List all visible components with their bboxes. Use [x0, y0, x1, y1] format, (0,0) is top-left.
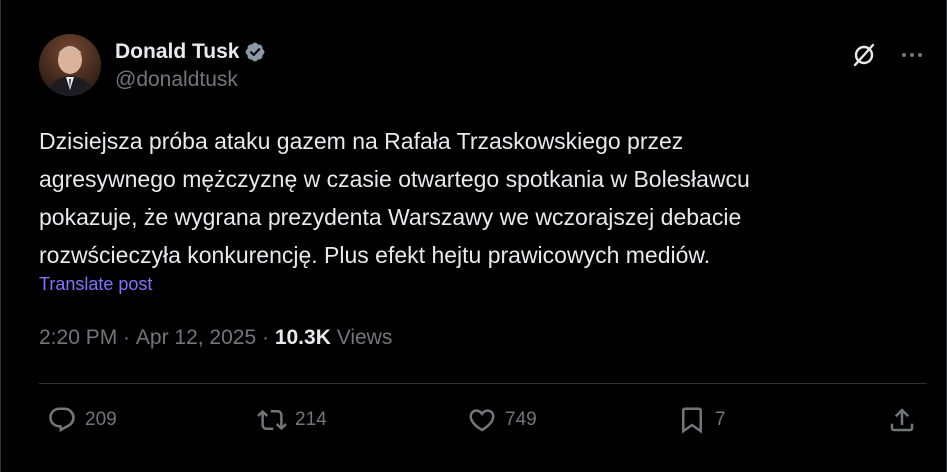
tweet-text-line: Dzisiejsza próba ataku gazem na Rafała T…	[39, 128, 684, 154]
tweet-actions: 209 214 749 7	[39, 400, 927, 440]
heart-icon	[469, 409, 495, 432]
repost-button[interactable]: 214	[257, 400, 327, 440]
repost-icon	[257, 409, 287, 431]
author-handle[interactable]: @donaldtusk	[115, 68, 266, 92]
tweet-date[interactable]: Apr 12, 2025	[136, 326, 256, 350]
author-display-name[interactable]: Donald Tusk	[115, 40, 239, 64]
author-names: Donald Tusk @donaldtusk	[115, 38, 266, 92]
bookmark-button[interactable]: 7	[677, 400, 726, 440]
share-button[interactable]	[887, 400, 917, 440]
tweet-header: Donald Tusk @donaldtusk	[39, 34, 266, 96]
like-count: 749	[505, 409, 537, 430]
name-row: Donald Tusk	[115, 38, 266, 66]
reply-icon	[49, 407, 75, 433]
views-label: Views	[330, 326, 393, 349]
meta-separator: ·	[117, 326, 136, 349]
verified-badge-icon[interactable]	[244, 41, 266, 63]
share-icon	[890, 408, 914, 432]
tweet-text-line: agresywnego mężczyznę w czasie otwartego…	[39, 166, 750, 192]
more-icon[interactable]	[897, 40, 927, 70]
grok-icon[interactable]	[849, 40, 879, 70]
repost-count: 214	[295, 409, 327, 430]
reply-button[interactable]: 209	[47, 400, 117, 440]
like-button[interactable]: 749	[467, 400, 537, 440]
bookmark-count: 7	[715, 409, 726, 430]
tweet-meta: 2:20 PM · Apr 12, 2025 · 10.3K Views	[39, 326, 392, 350]
tweet-text: Dzisiejsza próba ataku gazem na Rafała T…	[39, 122, 919, 274]
tweet-text-line: rozwścieczyła konkurencję. Plus efekt he…	[39, 242, 711, 268]
bookmark-icon	[682, 407, 702, 434]
avatar[interactable]	[39, 34, 101, 96]
meta-separator: ·	[256, 326, 275, 349]
tweet-card: Donald Tusk @donaldtusk Dzisiejsza próba…	[0, 0, 947, 472]
translate-post-link[interactable]: Translate post	[39, 274, 152, 295]
reply-count: 209	[85, 409, 117, 430]
divider	[39, 383, 927, 384]
views-count[interactable]: 10.3K	[275, 326, 331, 350]
tweet-time[interactable]: 2:20 PM	[39, 326, 117, 350]
tweet-text-line: pokazuje, że wygrana prezydenta Warszawy…	[39, 204, 742, 230]
